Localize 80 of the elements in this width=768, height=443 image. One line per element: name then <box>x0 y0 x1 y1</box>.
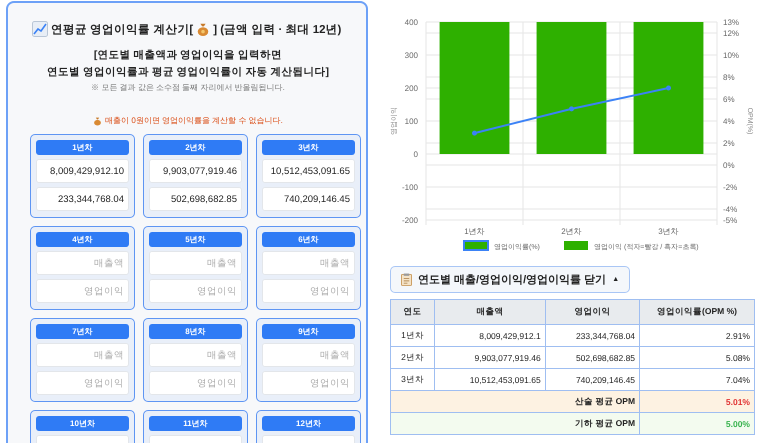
rounding-note: ※ 모든 결과 값은 소수점 둘째 자리에서 반올림됩니다. <box>90 82 286 93</box>
year-label: 10년차 <box>36 416 129 431</box>
legend-swatch <box>564 241 588 250</box>
table-cell: 9,903,077,919.46 <box>434 346 546 368</box>
axis-tick: 300 <box>404 51 418 60</box>
point <box>666 86 671 90</box>
year-label: 4년차 <box>36 232 129 247</box>
profit-field[interactable]: 502,698,682.85 <box>149 187 242 211</box>
column-header: 연도 <box>390 300 434 324</box>
table-cell: 5.08% <box>640 346 754 368</box>
summary-label: 기하 평균 OPM <box>390 412 640 434</box>
axis-tick: 6% <box>723 95 735 104</box>
year-label: 8년차 <box>149 324 242 339</box>
description-text: 연도별 영업이익률과 평균 영업이익률이 자동 계산됩니다] <box>46 65 330 80</box>
axis-tick: 2% <box>723 139 735 148</box>
sales-field[interactable]: 매출액 <box>36 251 129 275</box>
axis-tick: 0 <box>414 150 418 159</box>
profit-field[interactable]: 영업이익 <box>262 279 355 303</box>
axis-tick: 1년차 <box>464 227 485 236</box>
sales-field[interactable]: 매출액 <box>36 343 129 367</box>
description-text: [연도별 매출액과 영업이익을 입력하면 <box>92 48 284 63</box>
profit-field[interactable]: 영업이익 <box>36 279 129 303</box>
year-label: 11년차 <box>149 416 242 431</box>
year-label: 7년차 <box>36 324 129 339</box>
profit-field[interactable]: 영업이익 <box>262 371 355 395</box>
axis-tick: -100 <box>402 183 418 192</box>
point <box>569 106 574 112</box>
table-cell: 2년차 <box>390 346 434 368</box>
money-bag-icon <box>93 116 102 126</box>
year-label: 6년차 <box>262 232 355 247</box>
profit-field[interactable]: 영업이익 <box>36 371 129 395</box>
table-cell: 2.91% <box>640 324 754 346</box>
column-header: 매출액 <box>434 300 546 324</box>
calculator-title: 연평균 영업이익률 계산기[ <box>51 22 194 36</box>
chart-icon <box>32 21 48 37</box>
axis-tick: 8% <box>723 73 735 82</box>
year-label: 3년차 <box>262 140 355 155</box>
warning-text: 매출이 0원이면 영업이익률을 계산할 수 없습니다. <box>105 115 283 126</box>
axis-tick: 13% <box>723 18 740 27</box>
axis-tick: 10% <box>723 51 740 60</box>
profit-field[interactable]: 233,344,768.04 <box>36 187 129 211</box>
table-cell: 8,009,429,912.1 <box>434 324 546 346</box>
axis-tick: 2년차 <box>561 227 582 236</box>
axis-tick: -200 <box>402 216 418 225</box>
year-label: 9년차 <box>262 324 355 339</box>
sales-field[interactable]: 매출액 <box>262 343 355 367</box>
sales-field[interactable]: 매출액 <box>262 251 355 275</box>
year-label: 12년차 <box>262 416 355 431</box>
table-cell: 1년차 <box>390 324 434 346</box>
money-bag-icon <box>196 21 210 37</box>
axis-tick: -4% <box>723 205 738 214</box>
sales-field[interactable]: 매출액 <box>149 343 242 367</box>
sales-field[interactable]: 매출액 <box>149 251 242 275</box>
legend-swatch <box>463 240 489 251</box>
column-header: 영업이익 <box>545 300 640 324</box>
axis-tick: 100 <box>404 117 418 126</box>
sales-field[interactable]: 8,009,429,912.10 <box>36 159 129 183</box>
table-cell: 233,344,768.04 <box>545 324 640 346</box>
profit-field[interactable]: 영업이익 <box>149 371 242 395</box>
axis-tick: -5% <box>723 216 738 225</box>
axis-tick: 200 <box>404 84 418 93</box>
axis-tick: 4% <box>723 117 735 126</box>
year-label: 2년차 <box>149 140 242 155</box>
year-label: 1년차 <box>36 140 129 155</box>
clipboard-icon <box>401 273 412 286</box>
axis-tick: 0% <box>723 161 735 170</box>
profit-field[interactable]: 740,209,146.45 <box>262 187 355 211</box>
axis-tick: 3년차 <box>658 227 679 236</box>
year-label: 5년차 <box>149 232 242 247</box>
axis-tick: 12% <box>723 29 740 38</box>
table-cell: 502,698,682.85 <box>545 346 640 368</box>
column-header: 영업이익률(OPM %) <box>640 300 754 324</box>
sales-field[interactable]: 10,512,453,091.65 <box>262 159 355 183</box>
calculator-subtitle: ] (금액 입력 · 최대 12년) <box>213 22 342 36</box>
axis-tick: 400 <box>404 18 418 27</box>
summary-value: 5.00% <box>640 412 754 434</box>
axis-tick: -2% <box>723 183 738 192</box>
sales-field[interactable]: 9,903,077,919.46 <box>149 159 242 183</box>
point <box>472 130 477 136</box>
profit-field[interactable]: 영업이익 <box>149 279 242 303</box>
